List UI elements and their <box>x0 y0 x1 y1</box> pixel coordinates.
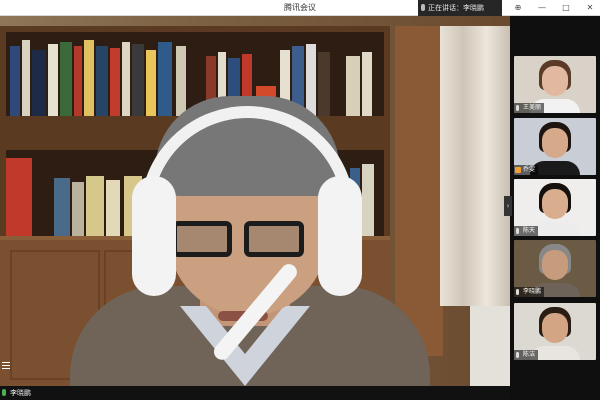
curtain <box>440 26 510 306</box>
camera-icon <box>515 167 521 173</box>
collapse-sidebar-icon[interactable]: › <box>504 196 512 216</box>
participant-name-label: 陈天 <box>514 226 539 236</box>
participant-name-label: 王美丽 <box>514 103 545 113</box>
maximize-button[interactable]: □ <box>560 2 572 14</box>
menu-icon[interactable] <box>2 362 10 370</box>
tile-person-face <box>542 128 568 158</box>
tile-person-face <box>542 250 568 280</box>
participant-name: 乔雯 <box>523 166 536 173</box>
minimize-button[interactable]: — <box>536 2 548 14</box>
microphone-icon <box>421 4 425 11</box>
participant-tile[interactable]: 李晓鹏 <box>514 240 596 297</box>
participant-name-label: 陈洁 <box>514 350 539 360</box>
participant-name: 李晓鹏 <box>523 288 542 295</box>
tile-person-face <box>542 189 568 219</box>
tile-person-face <box>542 313 568 343</box>
participant-tile[interactable]: 王美丽 <box>514 56 596 113</box>
participant-name: 陈洁 <box>523 351 536 358</box>
microphone-icon <box>516 105 519 111</box>
speaking-label: 正在讲话：李晓鹏 <box>428 4 484 12</box>
main-video-feed[interactable] <box>0 16 510 386</box>
headset-earcup-right <box>318 176 362 296</box>
microphone-icon <box>516 352 519 358</box>
microphone-icon <box>516 289 519 295</box>
window-controls: ⊕ — □ ✕ <box>512 0 600 16</box>
close-button[interactable]: ✕ <box>584 2 596 14</box>
participant-sidebar: 王美丽乔雯陈天李晓鹏陈洁 <box>510 16 600 400</box>
participant-name: 陈天 <box>523 227 536 234</box>
radiator <box>470 306 510 386</box>
participant-name-label: 李晓鹏 <box>514 287 545 297</box>
participant-tile[interactable]: 陈洁 <box>514 303 596 360</box>
title-bar: 腾讯会议 正在讲话：李晓鹏 ⊕ — □ ✕ <box>0 0 600 16</box>
participant-tile[interactable]: 陈天 <box>514 179 596 236</box>
wooden-door <box>395 26 443 356</box>
app-title: 腾讯会议 <box>284 3 316 12</box>
pin-icon[interactable]: ⊕ <box>512 2 524 14</box>
participant-tile[interactable]: 乔雯 <box>514 118 596 175</box>
participant-name: 王美丽 <box>523 104 542 111</box>
tile-person-face <box>542 66 568 96</box>
headset-earcup-left <box>132 176 176 296</box>
speaking-indicator: 正在讲话：李晓鹏 <box>418 0 502 16</box>
microphone-icon <box>516 228 519 234</box>
microphone-icon <box>2 389 6 396</box>
main-participant-label: 李晓鹏 <box>0 386 510 400</box>
participant-name-label: 乔雯 <box>514 165 539 175</box>
main-participant-name: 李晓鹏 <box>10 389 31 397</box>
